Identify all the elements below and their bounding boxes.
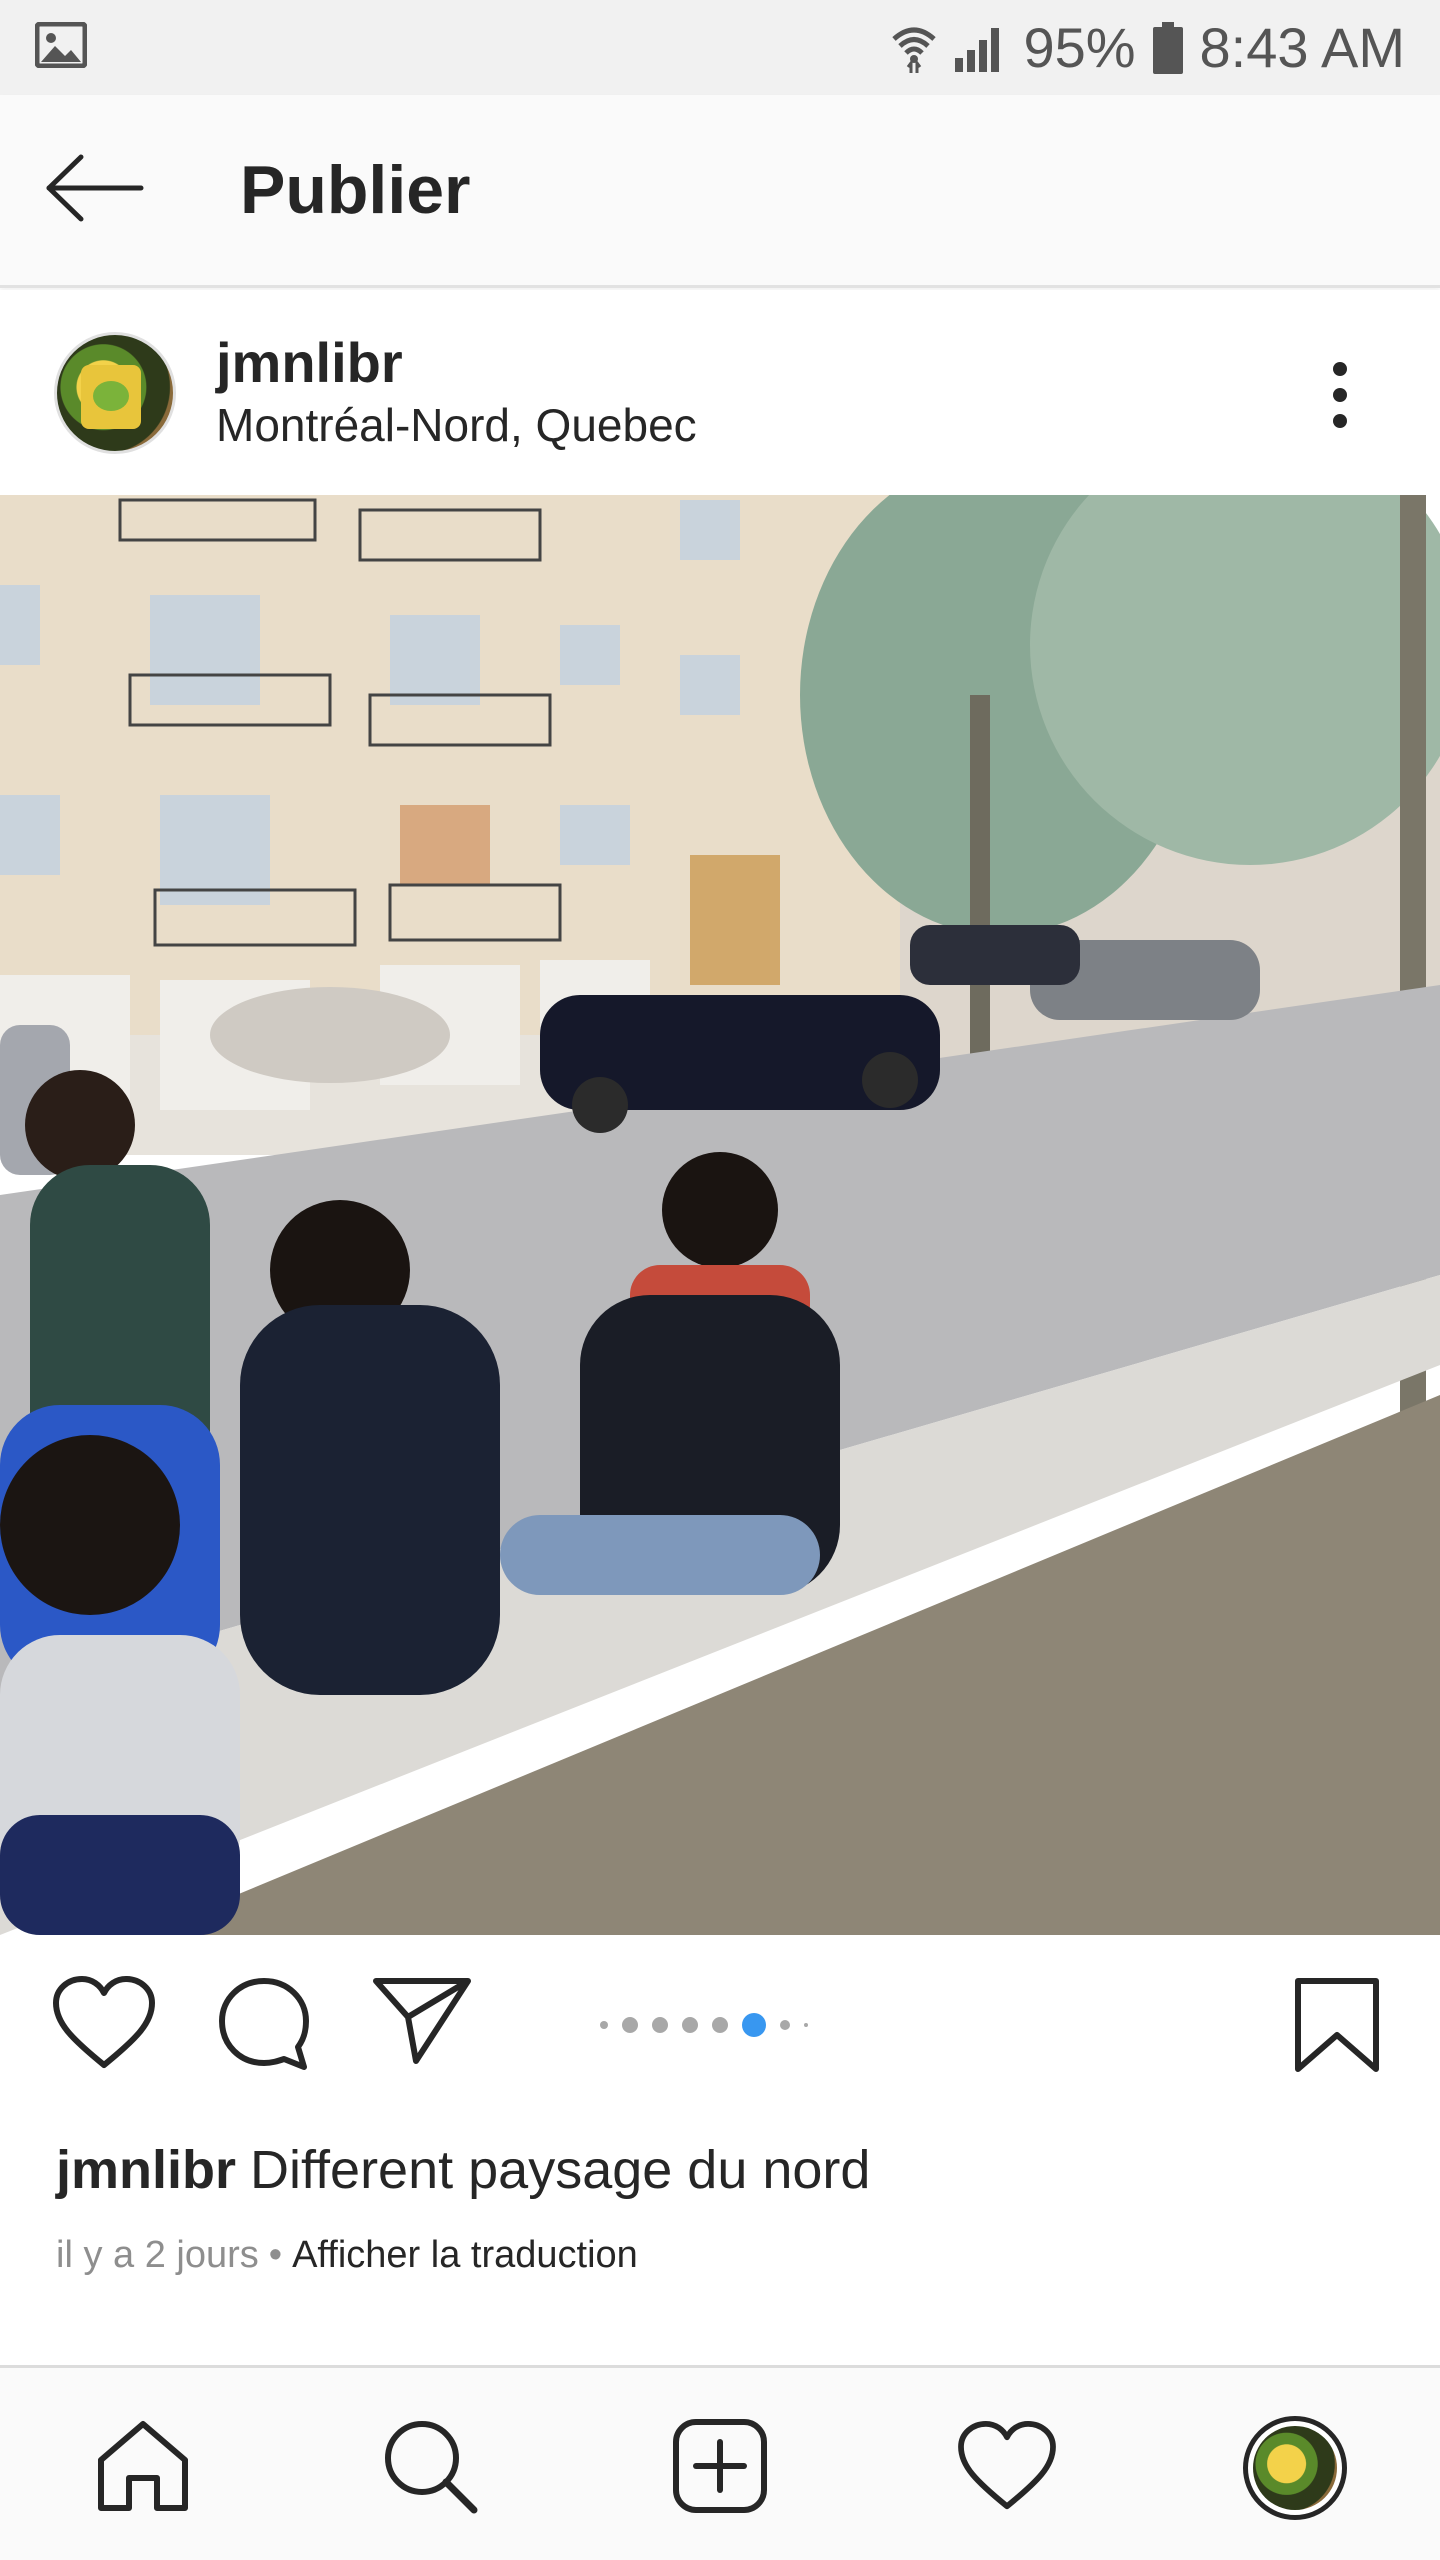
status-bar: 95% 8:43 AM bbox=[0, 0, 1440, 95]
post-location[interactable]: Montréal-Nord, Quebec bbox=[216, 395, 697, 455]
activity-heart-icon bbox=[957, 2420, 1057, 2517]
comment-icon[interactable] bbox=[216, 1975, 312, 2076]
post-photo-scene bbox=[0, 495, 1440, 1935]
carousel-dot bbox=[600, 2021, 608, 2029]
nav-add-post[interactable] bbox=[665, 2413, 775, 2523]
search-icon bbox=[380, 2416, 480, 2521]
carousel-indicator bbox=[600, 2010, 808, 2040]
battery-icon bbox=[1152, 21, 1184, 74]
carousel-dot-active bbox=[742, 2013, 766, 2037]
nav-profile[interactable] bbox=[1240, 2413, 1350, 2523]
nav-activity[interactable] bbox=[952, 2413, 1062, 2523]
add-post-icon bbox=[672, 2418, 768, 2519]
post-caption: jmnlibr Different paysage du nord bbox=[56, 2130, 1386, 2210]
battery-percent: 95% bbox=[1023, 16, 1136, 79]
profile-avatar bbox=[1243, 2416, 1347, 2520]
home-icon bbox=[95, 2418, 191, 2519]
post-user-info: jmnlibr Montréal-Nord, Quebec bbox=[216, 331, 697, 455]
page-title: Publier bbox=[240, 152, 471, 228]
status-left bbox=[34, 21, 88, 73]
post-photo[interactable] bbox=[0, 495, 1440, 1935]
share-icon[interactable] bbox=[372, 1975, 472, 2070]
post-header: jmnlibr Montréal-Nord, Quebec bbox=[0, 290, 1440, 495]
post-meta: il y a 2 jours • Afficher la traduction bbox=[56, 2225, 638, 2285]
carousel-dot bbox=[652, 2017, 668, 2033]
caption-text: Different paysage du nord bbox=[250, 2140, 871, 2200]
bottom-nav bbox=[0, 2365, 1440, 2560]
back-button[interactable] bbox=[0, 94, 200, 287]
heart-icon[interactable] bbox=[52, 1975, 156, 2076]
post-username[interactable]: jmnlibr bbox=[216, 331, 697, 395]
clock: 8:43 AM bbox=[1199, 16, 1405, 79]
gallery-notification-icon bbox=[34, 21, 88, 73]
carousel-dot bbox=[780, 2020, 790, 2030]
avatar[interactable] bbox=[54, 331, 176, 454]
carousel-dot bbox=[622, 2017, 638, 2033]
bookmark-icon[interactable] bbox=[1292, 1977, 1382, 2078]
wifi-icon bbox=[891, 23, 937, 73]
signal-icon bbox=[953, 24, 1007, 72]
more-dot bbox=[1333, 388, 1347, 402]
more-options-button[interactable] bbox=[1320, 350, 1360, 440]
post-time: il y a 2 jours bbox=[56, 2234, 259, 2276]
avatar-mug-face bbox=[93, 380, 129, 411]
status-right: 95% 8:43 AM bbox=[891, 15, 1405, 80]
arrow-left-icon bbox=[45, 153, 145, 228]
carousel-dot bbox=[804, 2023, 808, 2027]
nav-home[interactable] bbox=[88, 2413, 198, 2523]
profile-avatar-image bbox=[1253, 2426, 1337, 2510]
nav-search[interactable] bbox=[375, 2413, 485, 2523]
caption-username[interactable]: jmnlibr bbox=[56, 2140, 236, 2200]
more-dot bbox=[1333, 414, 1347, 428]
carousel-dot bbox=[682, 2017, 698, 2033]
more-dot bbox=[1333, 362, 1347, 376]
carousel-dot bbox=[712, 2017, 728, 2033]
meta-separator: • bbox=[268, 2234, 283, 2276]
translate-link[interactable]: Afficher la traduction bbox=[292, 2234, 638, 2276]
header: Publier bbox=[0, 95, 1440, 288]
